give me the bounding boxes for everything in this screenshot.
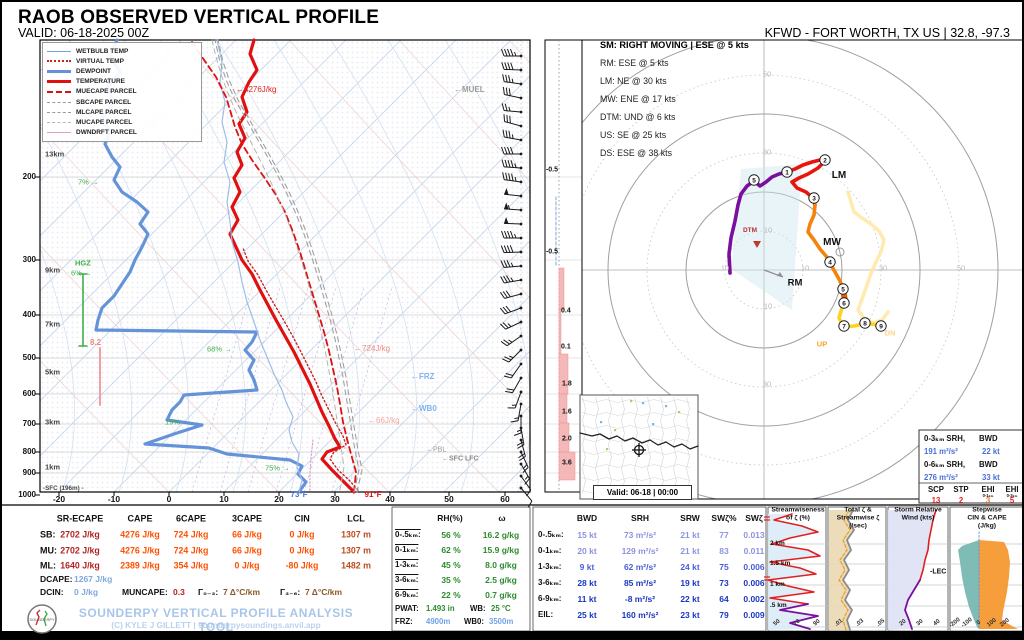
svg-text:1: 1 — [785, 169, 789, 176]
wind-barb — [502, 49, 523, 57]
foreground-layer: 1 2 3 4 5 6 7 8 9 5 — [500, 49, 1023, 580]
hodo-km-marker: 5 — [838, 284, 848, 294]
raob-vertical-profile-figure: 1234567895 RAOB OBSERVED VERTICAL PROFIL… — [0, 0, 1024, 640]
wind-barb — [514, 426, 526, 448]
hodo-km-marker: 8 — [860, 318, 870, 328]
hodo-km-marker: 6 — [839, 298, 849, 308]
svg-text:6: 6 — [842, 300, 846, 307]
hodo-pale-trace — [848, 192, 888, 323]
hodo-km-marker: 9 — [876, 321, 886, 331]
svg-text:5: 5 — [841, 286, 845, 293]
svg-text:2: 2 — [823, 157, 827, 164]
wind-barb — [504, 188, 523, 198]
chart-canvas: 1 2 3 4 5 6 7 8 9 5 — [2, 2, 1024, 640]
hodo-km-marker: 7 — [839, 321, 849, 331]
wind-barb — [501, 259, 523, 269]
wind-barb — [502, 130, 524, 142]
wind-barb — [501, 245, 522, 254]
hodo-km-marker: 4 — [825, 257, 835, 267]
svg-text:5: 5 — [752, 177, 756, 184]
hodo-km-marker: 3 — [809, 193, 819, 203]
wind-barb — [501, 329, 523, 348]
hodo-km-marker: 2 — [820, 155, 830, 165]
svg-text:3: 3 — [812, 195, 816, 202]
wind-barb — [502, 147, 523, 155]
wind-barb — [501, 74, 523, 85]
hodo-km-marker: 1 — [782, 167, 792, 177]
wind-barb — [502, 231, 523, 239]
svg-text:8: 8 — [863, 320, 867, 327]
background-layer — [2, 36, 1024, 640]
svg-text:7: 7 — [842, 323, 846, 330]
downdraft-parcel-trace — [310, 440, 313, 492]
p3-fill — [888, 510, 936, 630]
wind-barb — [501, 273, 523, 285]
wind-barb — [502, 114, 524, 128]
hodo-km-marker: 5 — [749, 175, 759, 185]
svg-text:9: 9 — [879, 323, 883, 330]
wind-barb — [501, 62, 522, 71]
trace-layer — [79, 40, 1018, 630]
wind-barb — [501, 160, 522, 170]
wind-barb — [501, 103, 523, 113]
wind-barb — [501, 172, 523, 183]
wind-barb — [515, 486, 535, 507]
hodo-sector — [731, 164, 802, 310]
p4-cape-area — [979, 540, 1018, 629]
wind-barb — [504, 202, 523, 211]
p4-cin-area — [958, 540, 979, 629]
svg-text:4: 4 — [828, 259, 832, 266]
wind-barb — [514, 438, 528, 460]
virtual-temp-trace — [243, 248, 358, 490]
wind-barb — [500, 301, 523, 316]
wind-barb — [504, 217, 523, 226]
